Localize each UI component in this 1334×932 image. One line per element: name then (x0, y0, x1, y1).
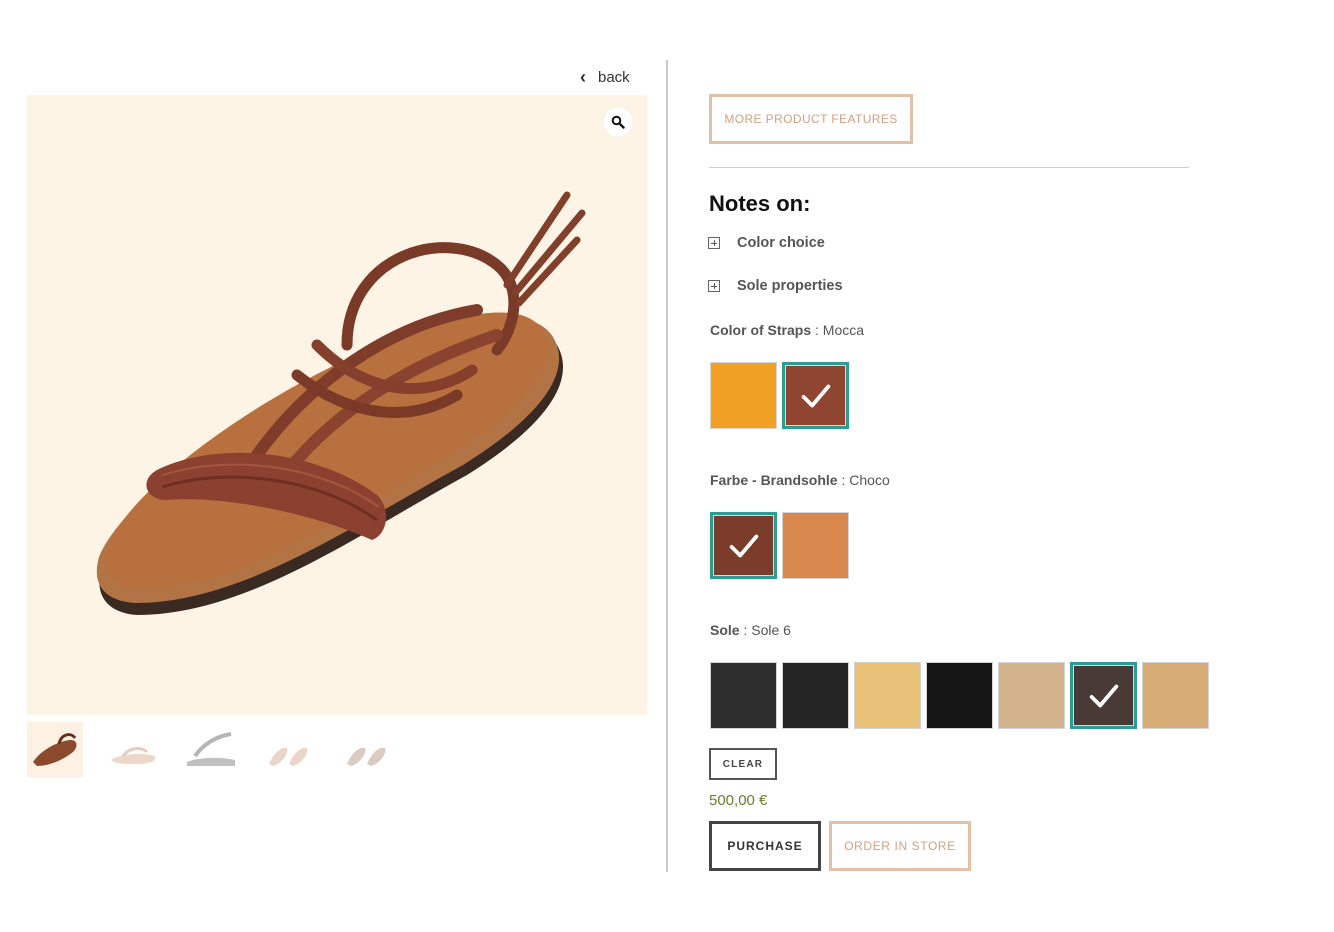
swatch-sole-2[interactable] (782, 662, 849, 729)
note-sole-properties[interactable]: Sole properties (708, 278, 843, 294)
swatch-sole-6[interactable] (1070, 662, 1137, 729)
option-separator: : (837, 472, 850, 488)
swatch-orange[interactable] (710, 362, 777, 429)
option-name: Sole (710, 622, 740, 638)
checkmark-icon (729, 534, 758, 557)
option-value: Choco (849, 472, 890, 488)
insole-swatches (710, 512, 849, 579)
swatch-sole-1[interactable] (710, 662, 777, 729)
swatch-tan[interactable] (782, 512, 849, 579)
thumbnail-4[interactable] (261, 722, 317, 778)
straps-swatches (710, 362, 849, 429)
option-separator: : (739, 622, 752, 638)
note-label: Sole properties (737, 278, 843, 294)
insole-option-label: Farbe - Brandsohle : Choco (710, 472, 890, 488)
swatch-sole-5[interactable] (998, 662, 1065, 729)
sole-option-label: Sole : Sole 6 (710, 622, 791, 638)
vertical-divider (666, 60, 668, 872)
expand-plus-icon (708, 280, 720, 292)
sandal-thumbnail-icon (111, 747, 156, 764)
swatch-sole-4[interactable] (926, 662, 993, 729)
sandal-thumbnail-icon (33, 733, 77, 766)
thumbnail-2[interactable] (105, 722, 161, 778)
sole-swatches (710, 662, 1209, 729)
swatch-sole-3[interactable] (854, 662, 921, 729)
sandal-thumbnail-icon (187, 732, 235, 766)
chevron-left-icon: ‹ (580, 67, 586, 87)
horizontal-divider (709, 167, 1189, 168)
sandal-thumbnail-icon (269, 747, 308, 766)
zoom-button[interactable] (603, 107, 633, 137)
more-product-features-button[interactable]: MORE PRODUCT FEATURES (709, 94, 913, 144)
product-image[interactable] (27, 95, 647, 715)
note-label: Color choice (737, 235, 825, 251)
expand-plus-icon (708, 237, 720, 249)
notes-title: Notes on: (709, 191, 811, 216)
magnifier-icon (611, 115, 625, 129)
back-label: back (598, 68, 630, 86)
swatch-choco[interactable] (710, 512, 777, 579)
sandal-illustration (96, 191, 586, 615)
note-color-choice[interactable]: Color choice (708, 235, 825, 251)
option-separator: : (811, 322, 823, 338)
order-in-store-button[interactable]: ORDER IN STORE (829, 821, 971, 871)
swatch-sole-7[interactable] (1142, 662, 1209, 729)
swatch-mocca[interactable] (782, 362, 849, 429)
straps-option-label: Color of Straps : Mocca (710, 322, 864, 338)
price: 500,00 € (709, 792, 768, 809)
thumbnail-1[interactable] (27, 722, 83, 778)
thumbnail-3[interactable] (183, 722, 239, 778)
option-name: Color of Straps (710, 322, 812, 338)
thumbnail-strip (27, 722, 395, 778)
option-value: Sole 6 (751, 622, 791, 638)
back-link[interactable]: ‹ back (580, 68, 630, 86)
sandal-thumbnail-icon (347, 747, 386, 766)
purchase-button[interactable]: PURCHASE (709, 821, 821, 871)
clear-button[interactable]: CLEAR (709, 748, 777, 780)
thumbnail-5[interactable] (339, 722, 395, 778)
option-name: Farbe - Brandsohle (710, 472, 838, 488)
checkmark-icon (1089, 684, 1118, 707)
checkmark-icon (801, 384, 830, 407)
option-value: Mocca (822, 322, 865, 338)
